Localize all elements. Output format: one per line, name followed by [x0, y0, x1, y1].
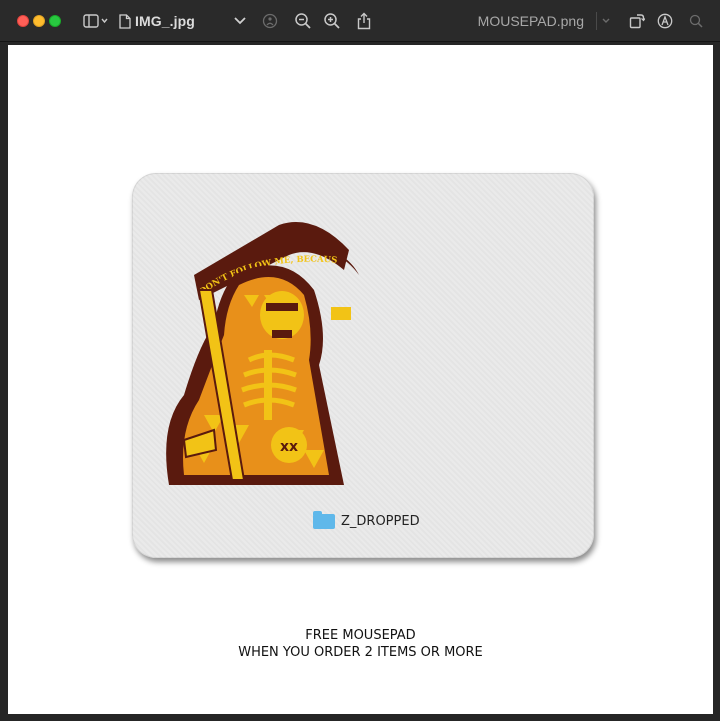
document-icon	[119, 13, 131, 29]
sidebar-toggle-button[interactable]	[82, 11, 110, 31]
chevron-down-icon	[602, 18, 610, 23]
close-window-button[interactable]	[17, 15, 29, 27]
share-icon	[357, 12, 371, 30]
svg-text:xx: xx	[280, 439, 298, 455]
zoom-window-button[interactable]	[49, 15, 61, 27]
zoom-out-button[interactable]	[293, 11, 313, 31]
chevron-down-icon	[234, 17, 246, 25]
rotate-icon	[629, 14, 645, 29]
info-icon	[262, 13, 278, 29]
zoom-in-button[interactable]	[322, 11, 342, 31]
markup-icon	[657, 13, 673, 29]
preview-window: IMG_.jpg MOUSEPAD.png ON'T FOLLOW ME, BE…	[0, 0, 720, 721]
markup-button[interactable]	[656, 11, 674, 31]
image-canvas: DON'T FOLLOW ME, BECAUSE I DON'T KNOW WH…	[8, 45, 713, 714]
search-icon	[689, 14, 703, 28]
sidebar-toggle-icon	[83, 14, 108, 28]
info-button[interactable]	[261, 11, 279, 31]
promo-line-1: FREE MOUSEPAD	[305, 628, 416, 643]
share-button[interactable]	[355, 11, 373, 31]
title-bar: IMG_.jpg MOUSEPAD.png	[0, 0, 720, 42]
folder-tag: Z_DROPPED	[313, 510, 420, 530]
rotate-button[interactable]	[628, 11, 646, 31]
document-title[interactable]: IMG_.jpg	[119, 12, 195, 30]
title-menu-button[interactable]	[232, 11, 248, 31]
minimize-window-button[interactable]	[33, 15, 45, 27]
grim-reaper-artwork: DON'T FOLLOW ME, BECAUSE I DON'T KNOW WH…	[144, 195, 359, 485]
promo-line-2: WHEN YOU ORDER 2 ITEMS OR MORE	[238, 645, 483, 660]
zoom-in-icon	[324, 13, 340, 29]
zoom-out-icon	[295, 13, 311, 29]
folder-icon	[313, 510, 335, 529]
second-document-label: MOUSEPAD.png	[477, 13, 584, 29]
folder-tag-label: Z_DROPPED	[341, 513, 420, 529]
second-document-title[interactable]: MOUSEPAD.png	[478, 12, 584, 30]
search-button[interactable]	[688, 11, 704, 31]
document-title-label: IMG_.jpg	[135, 13, 195, 29]
second-title-menu-button[interactable]	[600, 11, 612, 31]
title-divider	[596, 12, 597, 30]
